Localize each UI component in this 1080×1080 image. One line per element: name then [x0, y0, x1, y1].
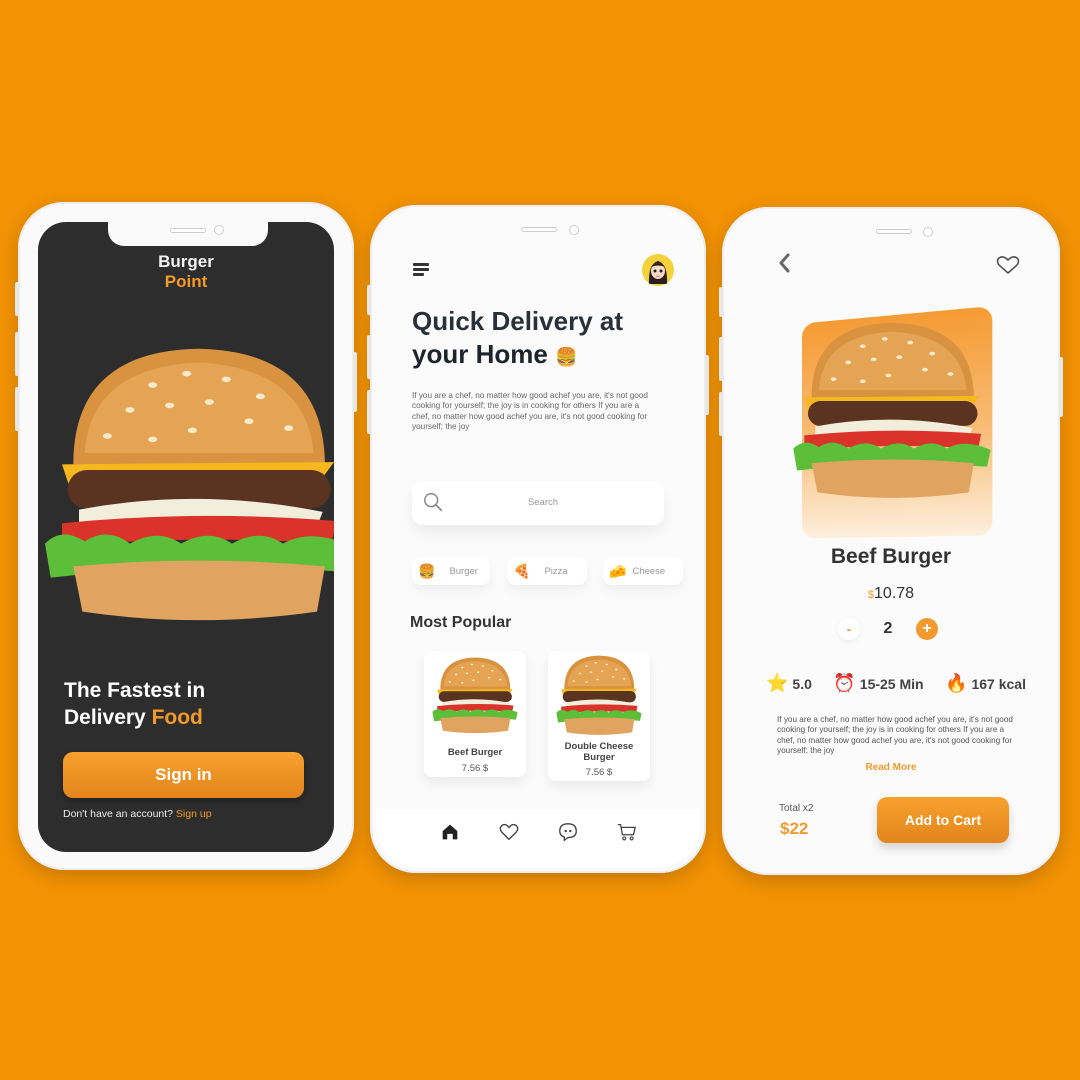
time-stat: ⏰ 15-25 Min — [833, 673, 923, 694]
alarm-clock-icon: ⏰ — [833, 673, 856, 693]
heart-icon[interactable] — [996, 255, 1020, 275]
hero-title-line2: Delivery Food — [64, 704, 205, 731]
speaker — [170, 228, 206, 233]
camera — [569, 225, 579, 235]
hero-title-accent: Food — [151, 706, 203, 729]
burger-icon: 🍔 — [418, 562, 436, 579]
product-price: $10.78 — [728, 585, 1054, 603]
title-line2: your Home 🍔 — [412, 338, 623, 374]
category-pizza[interactable]: 🍕 Pizza — [507, 557, 587, 585]
signup-prompt-text: Don't have an account? — [63, 808, 176, 820]
phone-product-screen: Beef Burger $10.78 - 2 + ⭐ 5.0 ⏰ 15-25 Min… — [719, 207, 1063, 875]
product-price: 7.56 $ — [585, 767, 613, 778]
speaker — [521, 227, 557, 232]
rating-stat: ⭐ 5.0 — [766, 673, 812, 694]
menu-icon[interactable] — [413, 263, 429, 276]
fire-icon: 🔥 — [945, 673, 968, 693]
brand-logo: Burger Point — [38, 252, 334, 292]
brand-subname: Point — [164, 272, 208, 291]
search-placeholder: Search — [527, 497, 559, 508]
sign-up-link[interactable]: Sign up — [176, 808, 212, 820]
bottom-navigation — [376, 809, 700, 867]
phone-home-screen: Quick Delivery at your Home 🍔 If you are… — [367, 205, 709, 873]
calories-value: 167 kcal — [971, 675, 1026, 692]
category-label: Cheese — [632, 565, 666, 577]
phone-side-button — [719, 337, 723, 381]
product-description: If you are a chef, no matter how good ac… — [777, 715, 1013, 756]
star-icon: ⭐ — [766, 673, 789, 693]
most-popular-heading: Most Popular — [410, 614, 512, 631]
page-title: Quick Delivery at your Home 🍔 — [412, 305, 623, 374]
product-image — [424, 655, 526, 737]
camera — [214, 225, 224, 235]
add-to-cart-button[interactable]: Add to Cart — [877, 797, 1009, 843]
home-screen: Quick Delivery at your Home 🍔 If you are… — [376, 211, 700, 867]
phone-signin-screen: Burger Point The Fastest in Delivery Foo… — [15, 202, 357, 870]
product-image — [772, 317, 1012, 507]
hero-title-plain: Delivery — [64, 706, 152, 729]
product-card[interactable]: Beef Burger 7.56 $ — [424, 651, 526, 777]
camera — [923, 227, 933, 237]
product-stats: ⭐ 5.0 ⏰ 15-25 Min 🔥 167 kcal — [766, 673, 1026, 694]
product-name: Beef Burger — [830, 545, 952, 568]
decrease-quantity-button[interactable]: - — [838, 618, 860, 640]
category-cheese[interactable]: 🧀 Cheese — [603, 557, 683, 585]
phone-side-button — [367, 335, 371, 379]
calories-stat: 🔥 167 kcal — [945, 673, 1026, 694]
product-name: Double Cheese Burger — [564, 741, 634, 763]
total-label: Total x2 — [779, 803, 814, 814]
phone-side-button — [15, 282, 19, 316]
hero-title-line1: The Fastest in — [64, 679, 206, 702]
cheese-icon: 🧀 — [609, 562, 627, 579]
increase-quantity-button[interactable]: + — [916, 618, 938, 640]
avatar-face-icon — [648, 261, 668, 284]
total-value: $22 — [780, 819, 809, 838]
phone-side-button — [1059, 357, 1063, 417]
title-line2-text: your Home — [412, 339, 548, 369]
product-detail-screen: Beef Burger $10.78 - 2 + ⭐ 5.0 ⏰ 15-25 Min… — [728, 213, 1054, 869]
chat-icon[interactable] — [557, 821, 579, 843]
speaker — [876, 229, 912, 234]
home-icon[interactable] — [439, 821, 461, 843]
back-chevron-icon[interactable] — [776, 251, 792, 275]
pizza-icon: 🍕 — [513, 562, 531, 579]
phone-side-button — [353, 352, 357, 412]
price-value: 10.78 — [874, 585, 915, 602]
user-avatar[interactable] — [642, 254, 674, 286]
title-line1: Quick Delivery at — [412, 306, 623, 336]
phone-notch — [108, 222, 268, 246]
phone-side-button — [719, 392, 723, 436]
phone-side-button — [15, 387, 19, 431]
signin-screen: Burger Point The Fastest in Delivery Foo… — [38, 222, 334, 852]
category-label: Pizza — [544, 565, 568, 577]
product-card[interactable]: Double Cheese Burger 7.56 $ — [548, 651, 650, 781]
category-burger[interactable]: 🍔 Burger — [412, 557, 490, 585]
brand-name: Burger — [158, 252, 214, 271]
rating-value: 5.0 — [792, 675, 812, 692]
phone-side-button — [719, 287, 723, 317]
phone-side-button — [705, 355, 709, 415]
sign-in-button[interactable]: Sign in — [63, 752, 304, 798]
category-label: Burger — [449, 565, 478, 577]
burger-emoji-icon: 🍔 — [555, 347, 578, 367]
cart-icon[interactable] — [616, 821, 638, 843]
product-price: 7.56 $ — [461, 763, 489, 774]
signup-prompt: Don't have an account? Sign up — [63, 808, 212, 820]
phone-side-button — [367, 285, 371, 315]
time-value: 15-25 Min — [859, 675, 924, 692]
product-name: Beef Burger — [447, 747, 503, 758]
read-more-link[interactable]: Read More — [728, 762, 1054, 773]
quantity-stepper: - 2 + — [838, 617, 938, 641]
phone-side-button — [15, 332, 19, 376]
phone-side-button — [367, 390, 371, 434]
product-image — [548, 653, 650, 739]
hero-burger-image — [38, 307, 334, 667]
hero-title: The Fastest in Delivery Food — [64, 677, 205, 731]
intro-description: If you are a chef, no matter how good ac… — [412, 391, 648, 432]
heart-icon[interactable] — [498, 821, 520, 843]
quantity-value: 2 — [883, 620, 893, 637]
search-input[interactable]: Search — [412, 481, 664, 525]
